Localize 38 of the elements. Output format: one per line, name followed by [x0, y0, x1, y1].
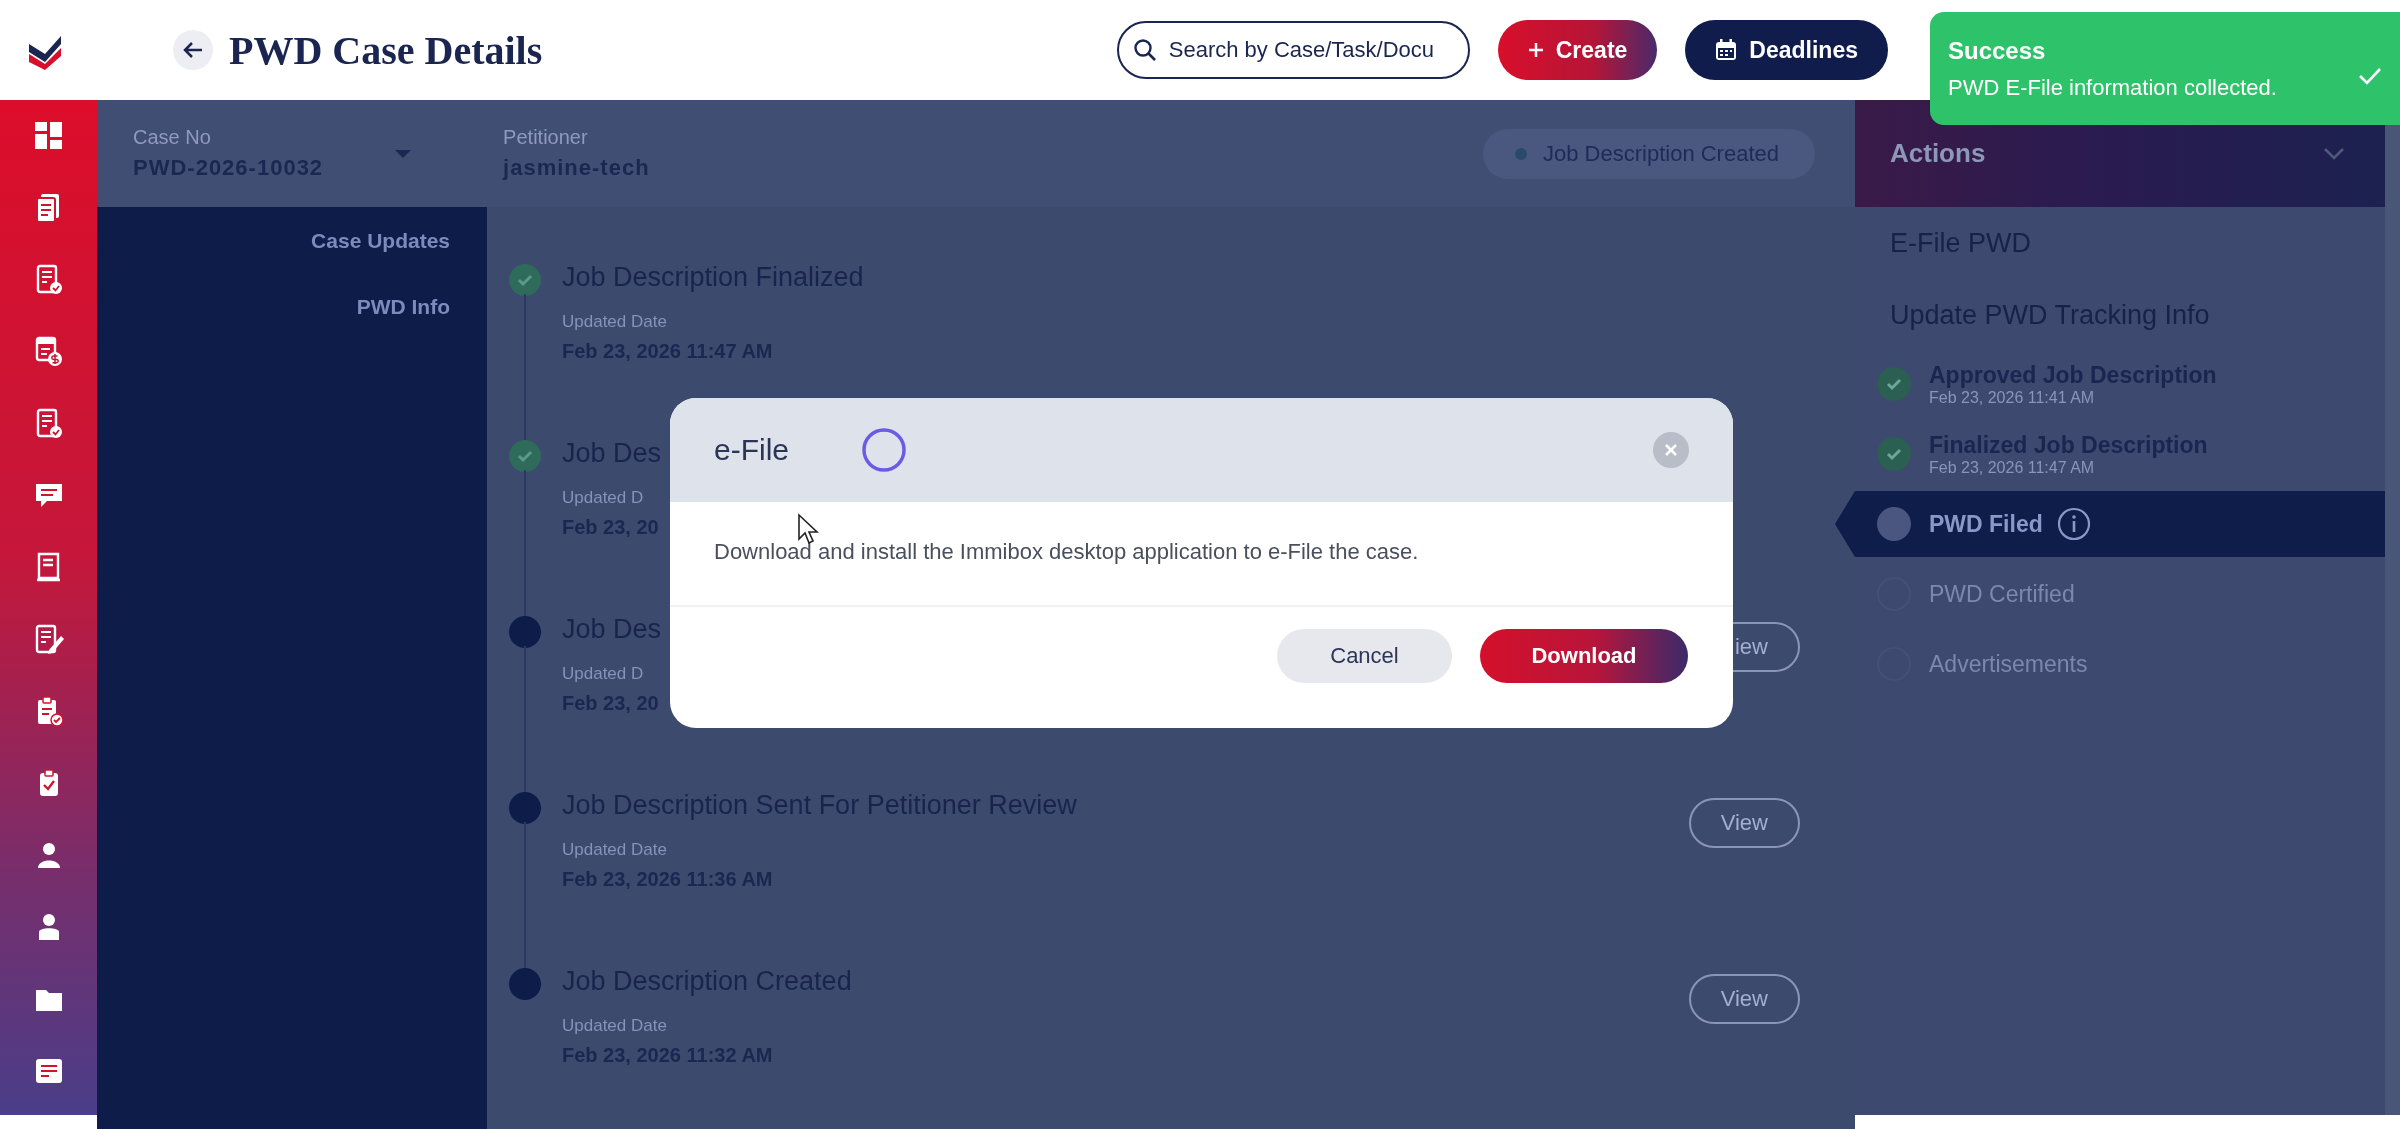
deadlines-button[interactable]: Deadlines: [1685, 20, 1888, 80]
petitioner-label: Petitioner: [503, 126, 589, 149]
toast-title: Success: [1948, 36, 2047, 65]
create-button[interactable]: Create: [1497, 20, 1658, 80]
dashboard-nav-button[interactable]: [32, 120, 65, 152]
download-button[interactable]: Download: [1480, 629, 1688, 683]
step-label: Advertisements: [1929, 650, 2088, 678]
actions-title: Actions: [1890, 138, 1986, 169]
view-button[interactable]: View: [1688, 974, 1800, 1024]
status-dot-icon: [1515, 147, 1527, 160]
dashboard-icon: [32, 120, 65, 152]
search-icon: [1132, 38, 1157, 62]
toast-message: PWD E-File information collected.: [1948, 74, 2277, 101]
date-label: Updated Date: [562, 1016, 667, 1036]
view-button[interactable]: View: [1688, 798, 1800, 848]
back-button[interactable]: [173, 30, 213, 70]
dialog-title: e-File: [714, 433, 789, 467]
calendar-icon: [1715, 39, 1738, 61]
date-label: Updated Date: [562, 312, 667, 332]
cancel-button[interactable]: Cancel: [1277, 629, 1452, 683]
current-step-bar[interactable]: PWD Filed: [1835, 491, 2385, 557]
step-date: Feb 23, 2026 11:47 AM: [1929, 458, 2096, 477]
cursor-icon: [797, 513, 819, 545]
date-label: Updated D: [562, 488, 644, 508]
search-field[interactable]: Search by Case/Task/Docu: [1116, 21, 1470, 79]
plus-icon: [1527, 42, 1544, 58]
loading-spinner-icon: [861, 427, 907, 473]
case-number-label: Case No: [133, 126, 212, 149]
date-label: Updated Date: [562, 840, 667, 860]
step-date: Feb 23, 2026 11:41 AM: [1929, 388, 2096, 407]
section-tab[interactable]: Case Updates: [311, 229, 450, 253]
step-label: PWD Certified: [1929, 580, 2075, 608]
step-label: PWD Filed: [1929, 510, 2043, 538]
section-tab[interactable]: PWD Info: [356, 295, 450, 319]
date-label: Updated D: [562, 664, 644, 684]
back-arrow-icon: [183, 42, 203, 58]
close-icon: [1664, 443, 1678, 457]
page-title: PWD Case Details: [229, 26, 543, 74]
